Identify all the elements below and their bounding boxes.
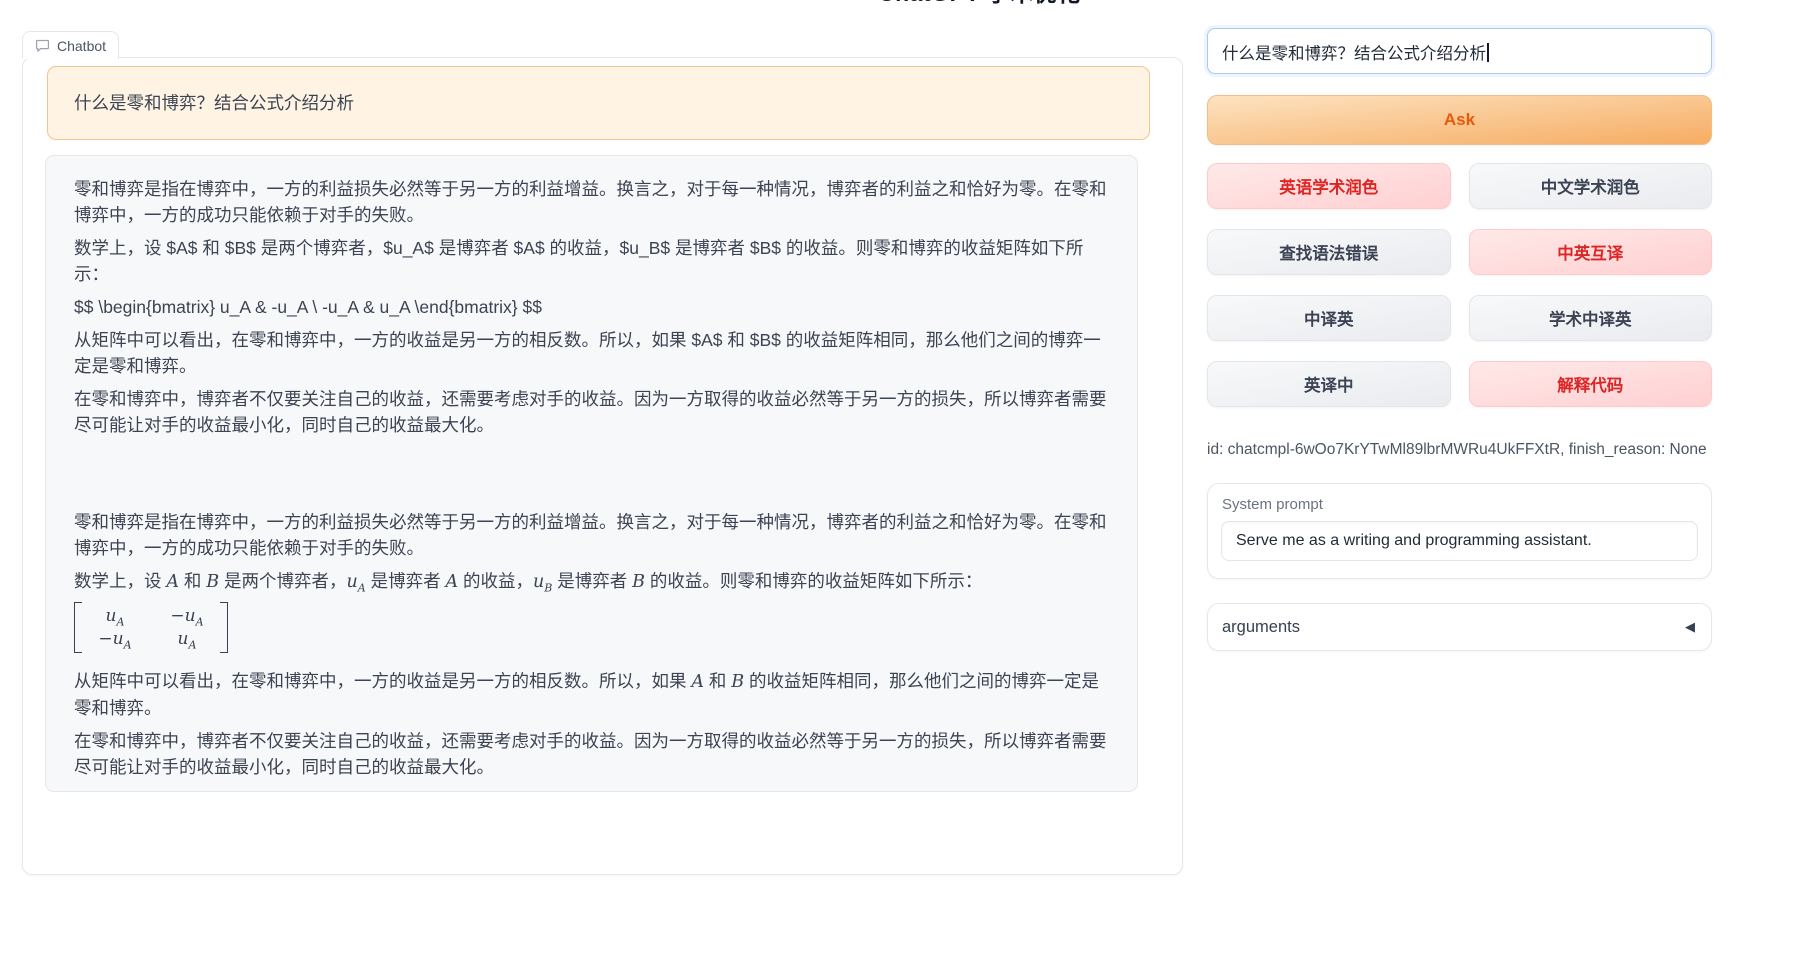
message-gap	[74, 445, 1109, 509]
arguments-accordion-label: arguments	[1222, 618, 1300, 637]
user-message-text: 什么是零和博弈？结合公式介绍分析	[74, 93, 354, 113]
academic-zh-to-en-button[interactable]: 学术中译英	[1469, 295, 1713, 341]
text-caret	[1487, 43, 1489, 62]
page-title: ChatGPT 学术优化	[878, 0, 1081, 7]
bot-rendered-paragraph: 在零和博弈中，博弈者不仅要关注自己的收益，还需要考虑对手的收益。因为一方取得的收…	[74, 728, 1109, 780]
ask-button[interactable]: Ask	[1207, 95, 1712, 145]
chatbot-panel: Chatbot 什么是零和博弈？结合公式介绍分析 零和博弈是指在博弈中，一方的利…	[22, 57, 1183, 875]
bot-raw-paragraph: 在零和博弈中，博弈者不仅要关注自己的收益，还需要考虑对手的收益。因为一方取得的收…	[74, 386, 1109, 438]
arguments-accordion[interactable]: arguments ◀	[1207, 603, 1712, 651]
bot-rendered-paragraph: 从矩阵中可以看出，在零和博弈中，一方的收益是另一方的相反数。所以，如果 A 和 …	[74, 668, 1109, 721]
user-message-bubble: 什么是零和博弈？结合公式介绍分析	[47, 66, 1150, 140]
chatbot-label: Chatbot	[22, 31, 119, 59]
quick-action-grid: 英语学术润色中文学术润色查找语法错误中英互译中译英学术中译英英译中解释代码	[1207, 163, 1712, 407]
payoff-matrix: uA−uA−uAuA	[74, 602, 1109, 660]
en-to-zh-button[interactable]: 英译中	[1207, 361, 1451, 407]
bot-raw-paragraph: 零和博弈是指在博弈中，一方的利益损失必然等于另一方的利益增益。换言之，对于每一种…	[74, 176, 1109, 228]
chatbot-label-text: Chatbot	[57, 38, 106, 54]
english-academic-polish-button[interactable]: 英语学术润色	[1207, 163, 1451, 209]
question-input[interactable]: 什么是零和博弈？结合公式介绍分析	[1207, 28, 1712, 74]
speech-bubble-icon	[35, 38, 50, 53]
question-input-value: 什么是零和博弈？结合公式介绍分析	[1222, 45, 1486, 63]
find-grammar-errors-button[interactable]: 查找语法错误	[1207, 229, 1451, 275]
bot-message-bubble: 零和博弈是指在博弈中，一方的利益损失必然等于另一方的利益增益。换言之，对于每一种…	[45, 155, 1138, 792]
system-prompt-block: System prompt Serve me as a writing and …	[1207, 483, 1712, 579]
chinese-academic-polish-button[interactable]: 中文学术润色	[1469, 163, 1713, 209]
bot-raw-latex-line: $$ \begin{bmatrix} u_A & -u_A \ -u_A & u…	[74, 294, 1109, 320]
accordion-collapse-icon[interactable]: ◀	[1685, 619, 1695, 635]
app-window: ChatGPT 学术优化 Chatbot 什么是零和博弈？结合公式介绍分析 零和…	[0, 0, 1814, 961]
explain-code-button[interactable]: 解释代码	[1469, 361, 1713, 407]
bot-rendered-block: 零和博弈是指在博弈中，一方的利益损失必然等于另一方的利益增益。换言之，对于每一种…	[74, 509, 1109, 780]
zh-en-mutual-translate-button[interactable]: 中英互译	[1469, 229, 1713, 275]
bot-rendered-paragraph: 零和博弈是指在博弈中，一方的利益损失必然等于另一方的利益增益。换言之，对于每一种…	[74, 509, 1109, 561]
zh-to-en-button[interactable]: 中译英	[1207, 295, 1451, 341]
bot-raw-paragraph: 数学上，设 $A$ 和 $B$ 是两个博弈者，$u_A$ 是博弈者 $A$ 的收…	[74, 235, 1109, 287]
system-prompt-label: System prompt	[1222, 496, 1698, 513]
system-prompt-input[interactable]: Serve me as a writing and programming as…	[1221, 521, 1698, 561]
matrix-right-bracket	[220, 602, 228, 653]
bot-raw-block: 零和博弈是指在博弈中，一方的利益损失必然等于另一方的利益增益。换言之，对于每一种…	[74, 176, 1109, 438]
matrix-left-bracket	[74, 602, 82, 653]
bot-raw-paragraph: 从矩阵中可以看出，在零和博弈中，一方的收益是另一方的相反数。所以，如果 $A$ …	[74, 327, 1109, 379]
bot-rendered-paragraph: 数学上，设 A 和 B 是两个博弈者，uA 是博弈者 A 的收益，uB 是博弈者…	[74, 568, 1109, 595]
completion-status-text: id: chatcmpl-6wOo7KrYTwMl89lbrMWRu4UkFFX…	[1207, 441, 1712, 459]
